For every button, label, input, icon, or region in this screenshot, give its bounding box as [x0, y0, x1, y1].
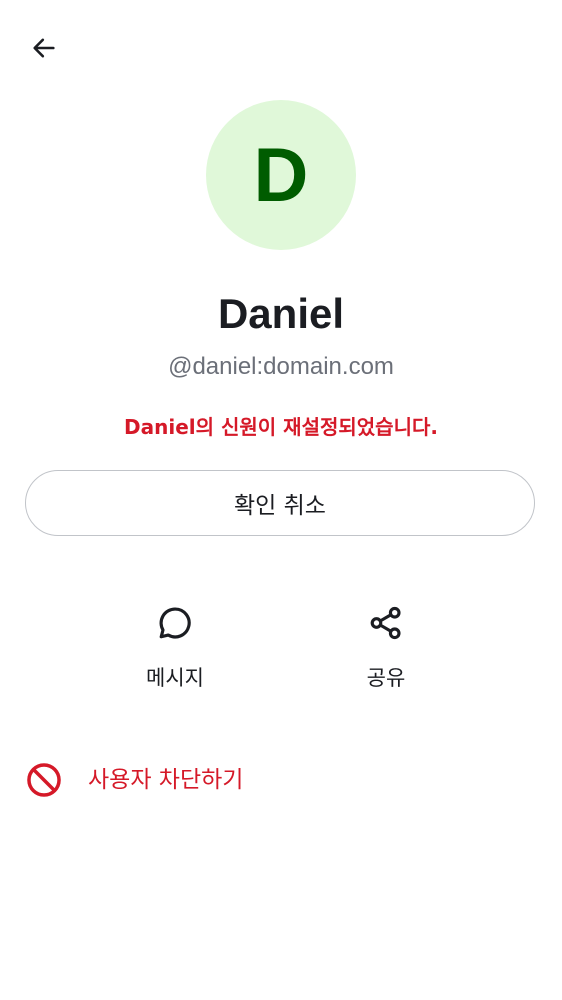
- message-action-button[interactable]: 메시지: [115, 598, 235, 702]
- block-user-label: 사용자 차단하기: [88, 767, 244, 793]
- share-icon: [361, 598, 411, 648]
- message-action-label: 메시지: [146, 666, 204, 690]
- identity-reset-warning: Daniel의 신원이 재설정되었습니다.: [124, 415, 438, 439]
- chat-bubble-icon: [150, 598, 200, 648]
- share-action-label: 공유: [366, 666, 406, 690]
- arrow-left-icon: [30, 34, 58, 66]
- withdraw-verification-button[interactable]: 확인 취소: [25, 470, 535, 536]
- avatar: D: [206, 100, 356, 250]
- block-icon: [24, 760, 64, 800]
- back-button[interactable]: [22, 28, 66, 72]
- withdraw-verification-label: 확인 취소: [234, 493, 326, 519]
- display-name: Daniel: [217, 290, 345, 337]
- share-action-button[interactable]: 공유: [326, 598, 446, 702]
- block-user-button[interactable]: 사용자 차단하기: [0, 748, 562, 812]
- user-id: @daniel:domain.com: [168, 353, 394, 380]
